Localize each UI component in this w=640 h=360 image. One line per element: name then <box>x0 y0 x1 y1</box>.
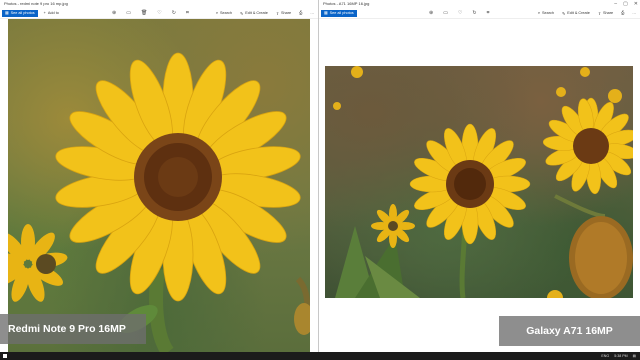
sunflower-image-right <box>333 66 633 298</box>
print-icon[interactable]: ⎙ <box>621 11 624 15</box>
close-icon[interactable]: ✕ <box>634 0 638 8</box>
share-label: Share <box>603 11 614 15</box>
slideshow-icon[interactable]: ▭ <box>443 10 448 16</box>
edit-create-button-right[interactable]: ✎ Edit & Create <box>562 11 590 16</box>
toolbar-icons-left: ⊕ ▭ 🗑 ♡ ↻ ⌗ <box>112 10 189 16</box>
back-grid-icon: ▦ <box>5 10 9 15</box>
more-icon[interactable]: … <box>310 11 314 15</box>
sunflower-photo-left <box>8 19 310 352</box>
maximize-icon[interactable]: ▢ <box>623 0 628 8</box>
share-icon: ⇪ <box>275 11 280 16</box>
title-bar-left: Photos - redmi note 9 pro 16 mp.jpg <box>0 0 318 8</box>
back-grid-icon: ▦ <box>324 10 328 15</box>
crop-icon[interactable]: ⌗ <box>186 10 189 16</box>
caption-left-text: Redmi Note 9 Pro 16MP <box>8 323 126 335</box>
see-all-photos-button[interactable]: ▦ See all photos <box>2 9 38 17</box>
see-all-photos-label-right: See all photos <box>329 10 354 15</box>
toolbar-right: ▦ See all photos ⊕ ▭ ♡ ↻ ⌗ ⌕ Search ✎ Edit… <box>319 8 640 19</box>
sunflower-photo-right <box>325 66 633 298</box>
windows-start-icon[interactable] <box>3 354 7 358</box>
toolbar-actions-right: ⌕ Search ✎ Edit & Create ⇪ Share ⎙ … <box>538 11 636 16</box>
notification-icon[interactable]: ▤ <box>633 352 636 360</box>
edit-icon: ✎ <box>562 11 566 16</box>
search-button-right[interactable]: ⌕ Search <box>538 11 554 15</box>
more-icon[interactable]: … <box>632 11 636 15</box>
zoom-icon[interactable]: ⊕ <box>429 10 433 16</box>
share-button-right[interactable]: ⇪ Share <box>598 11 613 16</box>
title-bar-right: Photos - A71 16MP 16.jpg – ▢ ✕ <box>319 0 640 8</box>
toolbar-actions-left: ⌕ Search ✎ Edit & Create ⇪ Share ⎙ … <box>216 11 314 16</box>
photo-viewer-left: ⤢ <box>0 19 318 352</box>
rotate-icon[interactable]: ↻ <box>172 10 176 16</box>
window-controls-right: – ▢ ✕ <box>614 0 638 8</box>
caption-right-text: Galaxy A71 16MP <box>526 325 613 337</box>
language-indicator[interactable]: ENG <box>601 352 609 360</box>
heart-icon[interactable]: ♡ <box>157 10 161 16</box>
window-title-right: Photos - A71 16MP 16.jpg <box>323 1 370 6</box>
desktop: Photos - redmi note 9 pro 16 mp.jpg ▦ Se… <box>0 0 640 360</box>
heart-icon[interactable]: ♡ <box>458 10 462 16</box>
search-label: Search <box>542 11 555 15</box>
search-icon: ⌕ <box>215 11 219 15</box>
minimize-icon[interactable]: – <box>614 0 617 8</box>
search-label: Search <box>220 11 233 15</box>
edit-icon: ✎ <box>240 11 244 16</box>
search-icon: ⌕ <box>537 11 541 15</box>
edit-create-label: Edit & Create <box>567 11 590 15</box>
plus-icon: + <box>43 11 46 15</box>
photos-window-left: Photos - redmi note 9 pro 16 mp.jpg ▦ Se… <box>0 0 318 352</box>
print-icon[interactable]: ⎙ <box>299 11 302 15</box>
photo-viewer-right <box>319 19 640 352</box>
share-label: Share <box>281 11 292 15</box>
add-to-button[interactable]: + Add to <box>44 11 59 15</box>
share-button-left[interactable]: ⇪ Share <box>276 11 291 16</box>
zoom-icon[interactable]: ⊕ <box>112 10 116 16</box>
window-title-left: Photos - redmi note 9 pro 16 mp.jpg <box>4 1 68 6</box>
caption-right: Galaxy A71 16MP <box>499 316 640 346</box>
sunflower-image-left <box>8 52 310 352</box>
toolbar-icons-right: ⊕ ▭ ♡ ↻ ⌗ <box>429 10 489 16</box>
trash-icon[interactable]: 🗑 <box>141 10 147 16</box>
crop-icon[interactable]: ⌗ <box>487 10 490 16</box>
clock[interactable]: 5:38 PM <box>614 352 627 360</box>
search-button-left[interactable]: ⌕ Search <box>216 11 232 15</box>
caption-left: Redmi Note 9 Pro 16MP <box>0 314 146 344</box>
share-icon: ⇪ <box>597 11 602 16</box>
add-to-label: Add to <box>47 11 59 15</box>
rotate-icon[interactable]: ↻ <box>472 10 476 16</box>
edit-create-label: Edit & Create <box>245 11 268 15</box>
slideshow-icon[interactable]: ▭ <box>126 10 131 16</box>
photos-window-right: Photos - A71 16MP 16.jpg – ▢ ✕ ▦ See all… <box>318 0 640 352</box>
see-all-photos-button-right[interactable]: ▦ See all photos <box>321 9 357 17</box>
edit-create-button-left[interactable]: ✎ Edit & Create <box>240 11 268 16</box>
system-tray: ENG 5:38 PM ▤ <box>601 352 636 360</box>
see-all-photos-label: See all photos <box>10 10 35 15</box>
taskbar: ENG 5:38 PM ▤ <box>0 352 640 360</box>
toolbar-left: ▦ See all photos + Add to ⊕ ▭ 🗑 ♡ ↻ ⌗ ⌕ S… <box>0 8 318 19</box>
